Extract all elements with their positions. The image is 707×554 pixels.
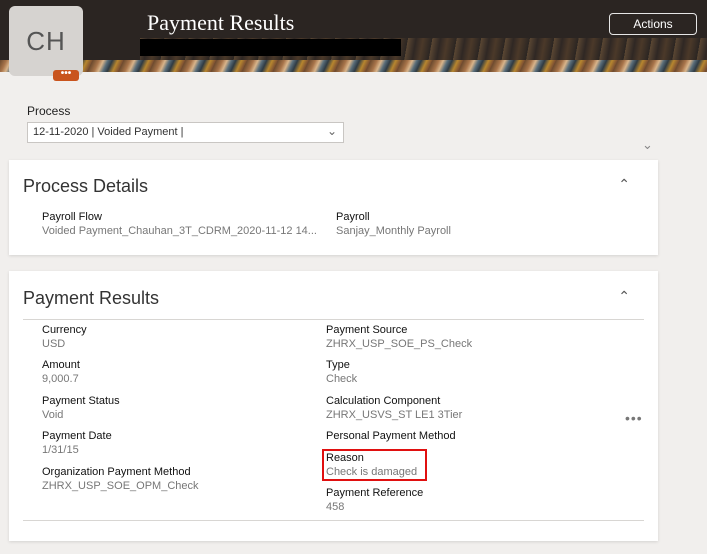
more-options-icon[interactable]: ••• (625, 410, 643, 426)
process-select-value: 12-11-2020 | Voided Payment | (33, 126, 184, 138)
field-value: 458 (326, 501, 345, 513)
payment-results-title: Payment Results (23, 288, 160, 308)
field-label: Payment Reference (326, 487, 424, 499)
field-label: Payroll Flow (42, 211, 102, 223)
calculation-component-field: Calculation Component ZHRX_USVS_ST LE1 3… (326, 394, 462, 422)
section-divider (23, 520, 644, 521)
avatar[interactable]: CH (9, 6, 83, 76)
field-value: 1/31/15 (42, 444, 79, 456)
currency-field: Currency USD (42, 323, 87, 351)
chevron-down-icon[interactable]: ⌄ (642, 137, 653, 153)
chevron-down-icon: ⌄ (326, 124, 337, 138)
payment-date-field: Payment Date 1/31/15 (42, 429, 112, 457)
amount-field: Amount 9,000.7 (42, 358, 80, 386)
reason-highlight-box (322, 449, 427, 481)
field-value: Void (42, 409, 64, 421)
redacted-name-bar (140, 39, 401, 56)
page-header: Payment Results Actions (0, 0, 707, 72)
field-label: Currency (42, 324, 87, 336)
field-label: Organization Payment Method (42, 466, 191, 478)
field-label: Amount (42, 359, 80, 371)
org-payment-method-field: Organization Payment Method ZHRX_USP_SOE… (42, 465, 199, 493)
field-label: Payment Source (326, 324, 408, 336)
process-details-card: Process Details ⌃ Payroll Flow Voided Pa… (9, 160, 658, 255)
payroll-field: Payroll Sanjay_Monthly Payroll (336, 210, 451, 238)
page-title: Payment Results (147, 10, 295, 35)
avatar-more-icon[interactable]: ••• (53, 69, 79, 81)
payroll-flow-field: Payroll Flow Voided Payment_Chauhan_3T_C… (42, 210, 317, 238)
field-value: USD (42, 338, 66, 350)
field-value: ZHRX_USP_SOE_PS_Check (326, 338, 473, 350)
header-decorative-band (0, 60, 707, 72)
field-label: Payroll (336, 211, 370, 223)
field-label: Type (326, 359, 350, 371)
field-value: Sanjay_Monthly Payroll (336, 225, 451, 237)
section-divider (23, 319, 644, 320)
field-value: ZHRX_USP_SOE_OPM_Check (42, 480, 199, 492)
field-value: ZHRX_USVS_ST LE1 3Tier (326, 409, 463, 421)
payment-results-card: Payment Results ⌃ Currency USD Amount 9,… (9, 271, 658, 541)
process-details-title: Process Details (23, 176, 149, 196)
field-value: 9,000.7 (42, 373, 79, 385)
chevron-up-icon[interactable]: ⌃ (618, 176, 630, 193)
field-label: Payment Date (42, 430, 112, 442)
payment-status-field: Payment Status Void (42, 394, 120, 422)
field-label: Payment Status (42, 395, 120, 407)
payment-reference-field: Payment Reference 458 (326, 486, 423, 514)
field-value: Check (326, 373, 358, 385)
personal-payment-method-field: Personal Payment Method (326, 429, 456, 443)
payment-source-field: Payment Source ZHRX_USP_SOE_PS_Check (326, 323, 472, 351)
field-label: Personal Payment Method (326, 430, 456, 442)
process-label: Process (27, 104, 71, 118)
field-value: Voided Payment_Chauhan_3T_CDRM_2020-11-1… (42, 225, 317, 237)
actions-button[interactable]: Actions (609, 13, 697, 35)
process-select[interactable]: 12-11-2020 | Voided Payment | ⌄ (27, 122, 344, 143)
field-label: Calculation Component (326, 395, 441, 407)
type-field: Type Check (326, 358, 357, 386)
chevron-up-icon[interactable]: ⌃ (618, 288, 630, 305)
